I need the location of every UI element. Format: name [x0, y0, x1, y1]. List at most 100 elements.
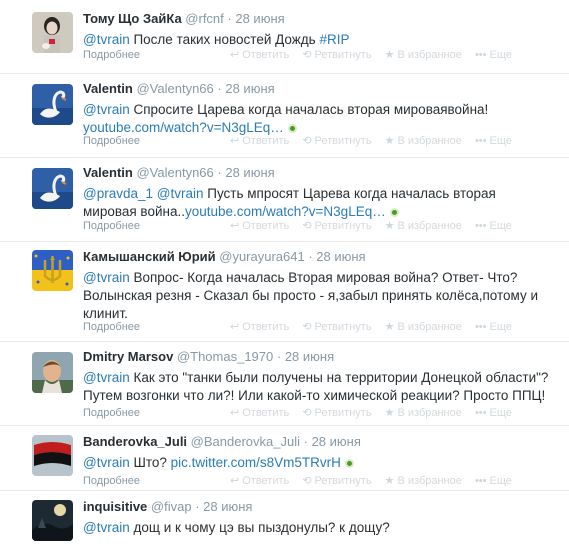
star-icon: ★: [384, 135, 395, 147]
avatar[interactable]: [32, 435, 73, 476]
tweet-actions: ↩ Ответить ⟲ Ретвитнуть ★ В избранное ••• Ещ…: [230, 319, 522, 335]
more-icon: •••: [474, 220, 487, 232]
tweet-fullname[interactable]: Камышанский Юрий: [83, 249, 216, 264]
tweet-username[interactable]: @Valentyn66: [136, 81, 213, 96]
favorite-label: В избранное: [397, 220, 462, 232]
avatar-girl-image: [32, 12, 73, 53]
favorite-action[interactable]: ★ В избранное: [385, 218, 462, 234]
avatar-swan-image: [32, 84, 73, 125]
favorite-action[interactable]: ★ В избранное: [385, 319, 462, 335]
reply-icon: ↩: [230, 321, 240, 333]
retweet-icon: ⟲: [302, 475, 312, 487]
tweet-fullname[interactable]: inquisitive: [83, 499, 147, 514]
avatar[interactable]: [32, 352, 73, 393]
tweet-item[interactable]: inquisitive @fivap · 28 июня @tvrain дощ…: [0, 491, 569, 552]
avatar-man-photo-image: [32, 352, 73, 393]
media-indicator-icon[interactable]: [344, 459, 354, 468]
tweet-username[interactable]: @fivap: [151, 499, 192, 514]
mention-link[interactable]: @tvrain: [83, 32, 130, 47]
tweet-timestamp[interactable]: 28 июня: [316, 249, 365, 264]
expand-link[interactable]: Подробнее: [83, 319, 140, 335]
retweet-action[interactable]: ⟲ Ретвитнуть: [302, 473, 371, 489]
expand-link[interactable]: Подробнее: [83, 218, 140, 234]
tweet-timeline: Тому Що ЗайКа @rfcnf · 28 июня @tvrain П…: [0, 0, 569, 552]
avatar[interactable]: [32, 168, 73, 209]
mention-link[interactable]: @tvrain: [157, 186, 204, 201]
reply-label: Ответить: [242, 321, 290, 333]
reply-action[interactable]: ↩ Ответить: [230, 218, 289, 234]
avatar[interactable]: [32, 250, 73, 291]
mention-link[interactable]: @tvrain: [83, 370, 130, 385]
tweet-timestamp[interactable]: 28 июня: [285, 349, 334, 364]
reply-action[interactable]: ↩ Ответить: [230, 473, 289, 489]
url-link[interactable]: pic.twitter.com/s8Vm5TRvrH: [171, 455, 341, 470]
mention-link[interactable]: @tvrain: [83, 102, 130, 117]
expand-link[interactable]: Подробнее: [83, 473, 140, 489]
tweet-item[interactable]: Dmitry Marsov @Thomas_1970 · 28 июня @tv…: [0, 342, 569, 426]
tweet-timestamp[interactable]: 28 июня: [312, 434, 361, 449]
favorite-action[interactable]: ★ В избранное: [385, 133, 462, 149]
tweet-item[interactable]: Valentin @Valentyn66 · 28 июня @pravda_1…: [0, 158, 569, 242]
tweet-fullname[interactable]: Valentin: [83, 165, 133, 180]
more-action[interactable]: ••• Еще: [475, 319, 512, 335]
tweet-timestamp[interactable]: 28 июня: [225, 81, 274, 96]
tweet-timestamp[interactable]: 28 июня: [203, 499, 252, 514]
tweet-text: @tvrain Што? pic.twitter.com/s8Vm5TRvrH: [83, 454, 549, 472]
reply-action[interactable]: ↩ Ответить: [230, 319, 289, 335]
tweet-text-segment: Вопрос- Когда началась Вторая мировая во…: [83, 270, 538, 321]
reply-icon: ↩: [230, 475, 240, 487]
retweet-action[interactable]: ⟲ Ретвитнуть: [302, 218, 371, 234]
tweet-username[interactable]: @Thomas_1970: [177, 349, 273, 364]
retweet-action[interactable]: ⟲ Ретвитнуть: [302, 319, 371, 335]
more-action[interactable]: ••• Еще: [475, 47, 512, 63]
expand-link[interactable]: Подробнее: [83, 133, 140, 149]
mention-link[interactable]: @tvrain: [83, 455, 130, 470]
reply-action[interactable]: ↩ Ответить: [230, 47, 289, 63]
media-indicator-icon[interactable]: [287, 124, 297, 133]
mention-link[interactable]: @tvrain: [83, 270, 130, 285]
url-link[interactable]: youtube.com/watch?v=N3gLEq…: [185, 204, 386, 219]
avatar[interactable]: [32, 12, 73, 53]
more-action[interactable]: ••• Еще: [475, 405, 512, 421]
tweet-timestamp[interactable]: 28 июня: [225, 165, 274, 180]
favorite-action[interactable]: ★ В избранное: [385, 47, 462, 63]
tweet-item[interactable]: Valentin @Valentyn66 · 28 июня @tvrain С…: [0, 74, 569, 158]
reply-action[interactable]: ↩ Ответить: [230, 133, 289, 149]
more-icon: •••: [474, 135, 487, 147]
more-action[interactable]: ••• Еще: [475, 473, 512, 489]
tweet-fullname[interactable]: Dmitry Marsov: [83, 349, 173, 364]
separator: ·: [195, 499, 204, 514]
tweet-username[interactable]: @rfcnf: [185, 11, 223, 26]
retweet-action[interactable]: ⟲ Ретвитнуть: [302, 405, 371, 421]
reply-action[interactable]: ↩ Ответить: [230, 405, 289, 421]
tweet-actions: ↩ Ответить ⟲ Ретвитнуть ★ В избранное ••• Ещ…: [230, 47, 522, 63]
expand-link[interactable]: Подробнее: [83, 47, 140, 63]
tweet-timestamp[interactable]: 28 июня: [235, 11, 284, 26]
tweet-fullname[interactable]: Тому Що ЗайКа: [83, 11, 182, 26]
retweet-action[interactable]: ⟲ Ретвитнуть: [302, 133, 371, 149]
tweet-item[interactable]: Камышанский Юрий @yurayura641 · 28 июня …: [0, 242, 569, 342]
favorite-action[interactable]: ★ В избранное: [385, 473, 462, 489]
avatar[interactable]: [32, 500, 73, 541]
mention-link[interactable]: @tvrain: [83, 520, 130, 535]
more-action[interactable]: ••• Еще: [475, 218, 512, 234]
media-indicator-icon[interactable]: [389, 208, 399, 217]
mention-link[interactable]: @pravda_1: [83, 186, 153, 201]
avatar[interactable]: [32, 84, 73, 125]
expand-link[interactable]: Подробнее: [83, 405, 140, 421]
favorite-action[interactable]: ★ В избранное: [385, 405, 462, 421]
tweet-actions: ↩ Ответить ⟲ Ретвитнуть ★ В избранное ••• Ещ…: [230, 405, 522, 421]
tweet-footer: Подробнее ↩ Ответить ⟲ Ретвитнуть ★ В избра…: [83, 218, 569, 234]
tweet-username[interactable]: @Valentyn66: [136, 165, 213, 180]
hashtag-link[interactable]: #RIP: [319, 32, 349, 47]
tweet-fullname[interactable]: Banderovka_Juli: [83, 434, 187, 449]
tweet-username[interactable]: @yurayura641: [219, 249, 304, 264]
retweet-action[interactable]: ⟲ Ретвитнуть: [302, 47, 371, 63]
tweet-header: Valentin @Valentyn66 · 28 июня: [83, 165, 549, 181]
tweet-username[interactable]: @Banderovka_Juli: [191, 434, 300, 449]
tweet-item[interactable]: Тому Що ЗайКа @rfcnf · 28 июня @tvrain П…: [0, 0, 569, 74]
tweet-fullname[interactable]: Valentin: [83, 81, 133, 96]
tweet-item[interactable]: Banderovka_Juli @Banderovka_Juli · 28 ию…: [0, 426, 569, 491]
tweet-header: Banderovka_Juli @Banderovka_Juli · 28 ию…: [83, 434, 549, 450]
more-action[interactable]: ••• Еще: [475, 133, 512, 149]
